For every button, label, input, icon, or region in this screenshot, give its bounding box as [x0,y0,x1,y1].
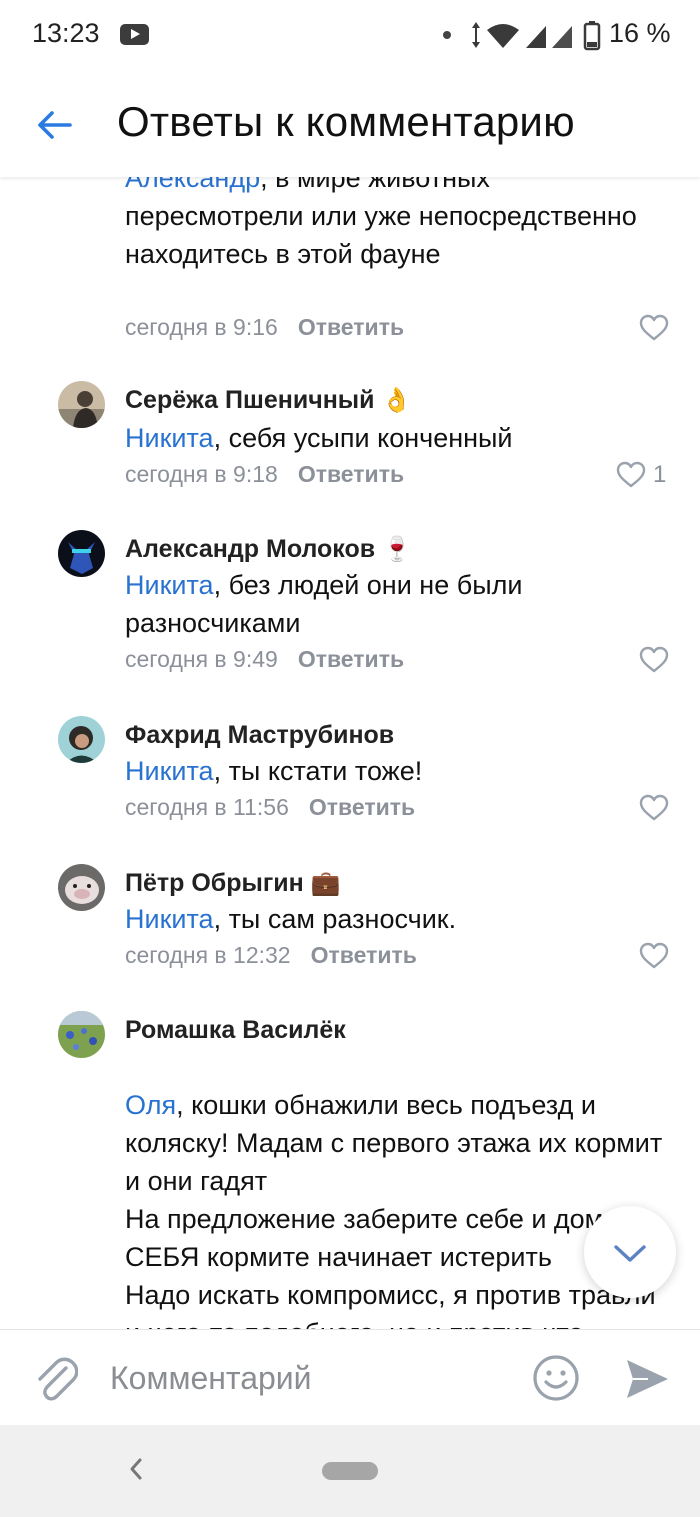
mention-link[interactable]: Никита [125,756,214,786]
comment-text: Александр, в мире животных пересмотрели … [125,177,670,273]
heart-icon[interactable] [639,646,669,674]
chevron-down-icon [614,1245,646,1262]
avatar[interactable] [58,530,105,577]
avatar[interactable] [58,716,105,763]
comment-text: Никита, ты сам разносчик. [125,900,670,938]
reply-button[interactable]: Ответить [298,461,404,487]
back-arrow-icon[interactable] [34,105,74,145]
heart-icon[interactable] [616,461,646,489]
youtube-notification-icon [120,24,149,45]
avatar[interactable] [58,864,105,911]
page-title: Ответы к комментарию [117,98,575,145]
reply-button[interactable]: Ответить [311,942,417,968]
author-badge: 👌 [381,387,412,414]
reply-button[interactable]: Ответить [298,314,404,340]
comment-text: Никита, ты кстати тоже! [125,752,670,790]
comment-author[interactable]: Александр Молоков 🍷 [125,535,412,564]
comment-composer [0,1329,700,1425]
mention-link[interactable]: Никита [125,570,214,600]
comment-body: , себя усыпи конченный [213,423,513,453]
comment-meta: сегодня в 9:49 Ответить [125,646,404,673]
comment-time: сегодня в 12:32 [125,942,291,968]
paperclip-icon[interactable] [32,1354,78,1402]
heart-icon[interactable] [639,794,669,822]
comment-author[interactable]: Серёжа Пшеничный 👌 [125,386,411,415]
header: Ответы к комментарию [0,70,700,177]
reply-button[interactable]: Ответить [298,646,404,672]
mention-link[interactable]: Никита [125,904,214,934]
reply-button[interactable]: Ответить [309,794,415,820]
comment-author[interactable]: Пётр Обрыгин 💼 [125,869,341,898]
avatar[interactable] [58,1011,105,1058]
comment-time: сегодня в 9:49 [125,646,278,672]
comment-time: сегодня в 9:16 [125,314,278,340]
comment-text: Никита, себя усыпи конченный [125,419,670,457]
mention-link[interactable]: Александр [125,177,260,193]
comment-body: , ты сам разносчик. [213,904,457,934]
system-navigation-bar [0,1424,700,1517]
comment-meta: сегодня в 12:32 Ответить [125,942,417,969]
notification-dot-icon [443,31,451,39]
comment-body: , ты кстати тоже! [213,756,423,786]
status-time: 13:23 [32,18,100,48]
comment-time: сегодня в 9:18 [125,461,278,487]
scroll-down-button[interactable] [584,1206,676,1298]
mention-link[interactable]: Оля [125,1090,176,1120]
comment-meta: сегодня в 9:18 Ответить [125,461,404,488]
nav-back-icon[interactable] [126,1454,146,1484]
status-bar: 13:23 16 % [0,0,700,70]
comment-time: сегодня в 11:56 [125,794,289,820]
heart-icon[interactable] [639,314,669,342]
home-pill[interactable] [322,1462,378,1480]
comment-meta: сегодня в 11:56 Ответить [125,794,415,821]
comment-meta: сегодня в 9:16 Ответить [125,314,404,341]
heart-icon[interactable] [639,942,669,970]
comment-author[interactable]: Ромашка Василёк [125,1016,346,1045]
author-badge: 💼 [310,870,341,897]
author-badge: 🍷 [382,536,412,563]
send-icon[interactable] [624,1357,670,1401]
comment-author[interactable]: Фахрид Маструбинов [125,721,394,750]
smile-icon[interactable] [532,1354,580,1402]
avatar[interactable] [58,381,105,428]
comment-text: Никита, без людей они не были разносчика… [125,566,670,642]
signal-icons [472,21,601,51]
battery-percentage: 16 % [609,18,671,48]
mention-link[interactable]: Никита [125,423,214,453]
like-count: 1 [653,461,667,488]
comment-input[interactable] [110,1358,510,1398]
comment-body: , кошки обнажили весь подъезд и коляску!… [125,1090,663,1329]
comment-list[interactable]: Александр, в мире животных пересмотрели … [0,177,700,1329]
